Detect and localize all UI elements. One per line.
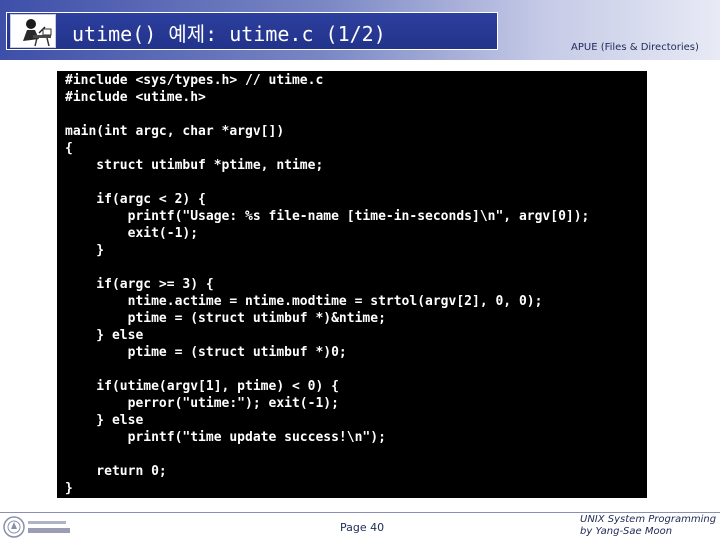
university-seal-icon xyxy=(2,515,72,539)
code-line: } xyxy=(65,243,105,258)
code-line: ntime.actime = ntime.modtime = strtol(ar… xyxy=(65,294,543,309)
code-line: printf("time update success!\n"); xyxy=(65,430,386,445)
footer-divider xyxy=(0,512,720,513)
credit-text: UNIX System Programming by Yang-Sae Moon xyxy=(580,514,716,538)
code-line: if(argc < 2) { xyxy=(65,192,206,207)
code-line: ptime = (struct utimbuf *)&ntime; xyxy=(65,311,386,326)
credit-line-1: UNIX System Programming xyxy=(580,514,717,525)
code-line: return 0; xyxy=(65,464,167,479)
code-line: if(utime(argv[1], ptime) < 0) { xyxy=(65,379,339,394)
code-line: perror("utime:"); exit(-1); xyxy=(65,396,339,411)
code-line: if(argc >= 3) { xyxy=(65,277,214,292)
code-line: #include <utime.h> xyxy=(65,90,206,105)
code-line: struct utimbuf *ptime, ntime; xyxy=(65,158,324,173)
code-line: } else xyxy=(65,328,144,343)
code-line: exit(-1); xyxy=(65,226,199,241)
course-label: APUE (Files & Directories) xyxy=(571,42,699,53)
code-line: #include <sys/types.h> // utime.c xyxy=(65,73,324,88)
slide-title: utime() 예제: utime.c (1/2) xyxy=(72,22,386,46)
code-line: { xyxy=(65,141,73,156)
code-panel: #include <sys/types.h> // utime.c #inclu… xyxy=(57,71,647,498)
page-number: Page 40 xyxy=(340,521,385,534)
code-line: printf("Usage: %s file-name [time-in-sec… xyxy=(65,209,590,224)
person-at-desk-icon xyxy=(10,14,56,48)
code-line: ptime = (struct utimbuf *)0; xyxy=(65,345,347,360)
code-line: main(int argc, char *argv[]) xyxy=(65,124,285,139)
code-line: } else xyxy=(65,413,144,428)
credit-line-2: by Yang-Sae Moon xyxy=(580,526,673,537)
code-line: } xyxy=(65,481,73,496)
